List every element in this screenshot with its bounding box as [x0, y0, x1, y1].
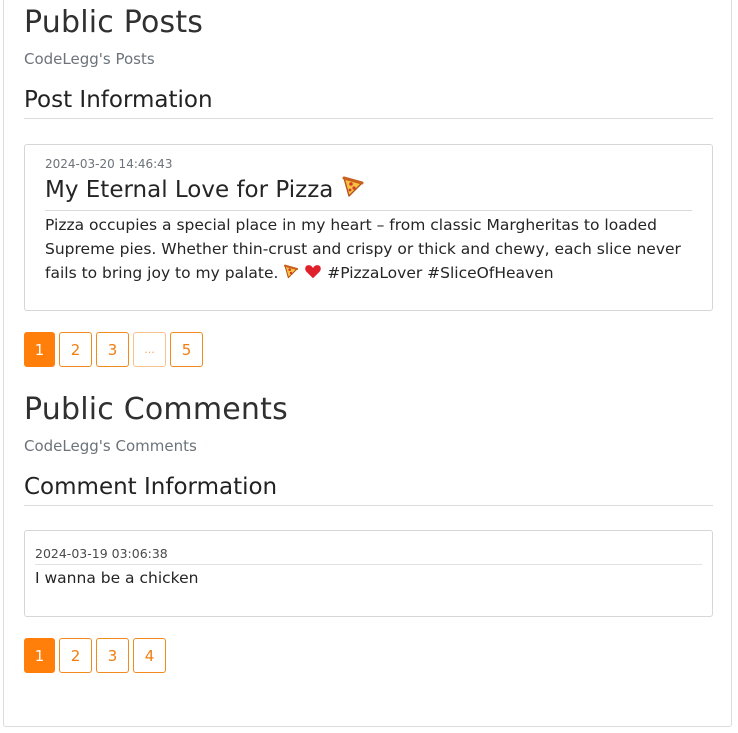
- post-card: 2024-03-20 14:46:43 My Eternal Love for …: [24, 144, 713, 311]
- profile-panel: Public Posts CodeLegg's Posts Post Infor…: [3, 0, 732, 727]
- post-title: My Eternal Love for Pizza: [45, 177, 334, 203]
- comment-date: 2024-03-19 03:06:38: [35, 545, 702, 565]
- posts-section-title: Public Posts: [24, 5, 204, 40]
- posts-page-2[interactable]: 2: [59, 332, 92, 367]
- comment-card: 2024-03-19 03:06:38 I wanna be a chicken: [24, 530, 713, 617]
- panel-content: Public Posts CodeLegg's Posts Post Infor…: [24, 1, 713, 673]
- posts-page-1[interactable]: 1: [24, 332, 55, 367]
- comments-pagination: 1 2 3 4: [24, 638, 713, 673]
- post-body: Pizza occupies a special place in my hea…: [45, 213, 692, 286]
- posts-page-5[interactable]: 5: [170, 332, 203, 367]
- posts-pagination: 1 2 3 ... 5: [24, 332, 713, 367]
- post-date: 2024-03-20 14:46:43: [45, 157, 173, 171]
- pizza-icon: [283, 262, 299, 286]
- pizza-icon: [341, 174, 365, 207]
- heart-icon: [304, 262, 322, 286]
- comments-page-1[interactable]: 1: [24, 638, 55, 673]
- posts-page-3[interactable]: 3: [96, 332, 129, 367]
- comments-section-title: Public Comments: [24, 392, 288, 427]
- post-title-row: My Eternal Love for Pizza: [45, 174, 692, 211]
- post-information-title: Post Information: [24, 85, 713, 119]
- comments-section-subtitle: CodeLegg's Comments: [24, 437, 197, 455]
- posts-section-subtitle: CodeLegg's Posts: [24, 50, 155, 68]
- comment-information-title: Comment Information: [24, 472, 713, 506]
- posts-page-ellipsis: ...: [133, 332, 166, 367]
- post-tags: #PizzaLover #SliceOfHeaven: [327, 264, 554, 282]
- comment-text: I wanna be a chicken: [35, 569, 199, 587]
- comments-page-4[interactable]: 4: [133, 638, 166, 673]
- comments-page-2[interactable]: 2: [59, 638, 92, 673]
- comments-page-3[interactable]: 3: [96, 638, 129, 673]
